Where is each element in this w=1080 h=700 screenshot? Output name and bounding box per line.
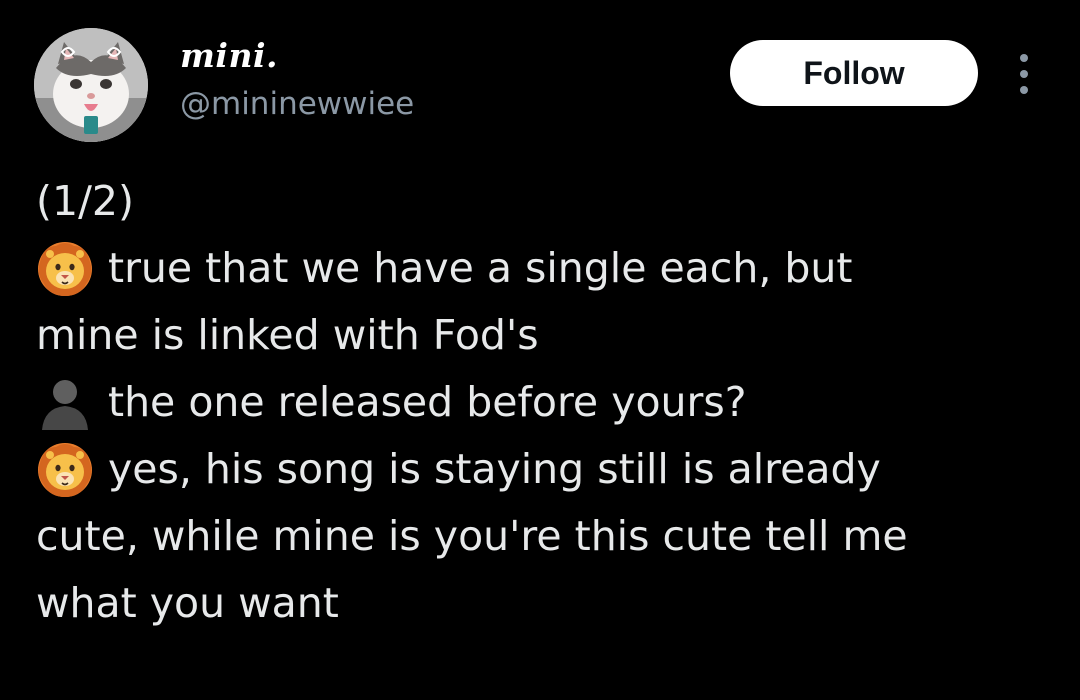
- tweet-line-text: true that we have a single each, but: [108, 244, 853, 292]
- tweet-line: yes, his song is staying still is alread…: [36, 436, 1046, 503]
- tweet-line: cute, while mine is you're this cute tel…: [36, 503, 1046, 570]
- tweet-line-text: the one released before yours?: [108, 378, 747, 426]
- username-handle[interactable]: @mininewwiee: [180, 84, 414, 124]
- follow-button[interactable]: Follow: [730, 40, 978, 106]
- tweet-line-text: mine is linked with Fod's: [36, 311, 539, 359]
- tweet-line-text: what you want: [36, 579, 339, 627]
- tweet-line: (1/2): [36, 168, 1046, 235]
- tweet-line-text: yes, his song is staying still is alread…: [108, 445, 881, 493]
- bust-silhouette-icon: [36, 374, 94, 432]
- lion-face-icon: [36, 441, 94, 499]
- tweet-line: the one released before yours?: [36, 369, 1046, 436]
- tweet-text: (1/2) true that we have a single each, b…: [36, 168, 1046, 637]
- more-options-button[interactable]: [1010, 54, 1038, 94]
- tweet-header: mini. @mininewwiee Follow: [0, 0, 1080, 160]
- more-options-icon: [1020, 54, 1028, 94]
- tweet-line: true that we have a single each, but: [36, 235, 1046, 302]
- cat-avatar-icon: [34, 28, 148, 142]
- tweet-line-text: (1/2): [36, 177, 134, 225]
- tweet-line: mine is linked with Fod's: [36, 302, 1046, 369]
- tweet-line: what you want: [36, 570, 1046, 637]
- display-name[interactable]: mini.: [180, 36, 278, 76]
- tweet-line-text: cute, while mine is you're this cute tel…: [36, 512, 908, 560]
- avatar[interactable]: [34, 28, 148, 142]
- lion-face-icon: [36, 240, 94, 298]
